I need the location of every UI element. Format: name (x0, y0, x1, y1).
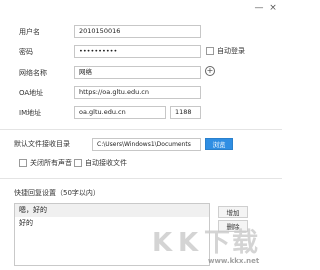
mute-all-label: 关闭所有声音 (30, 159, 72, 167)
password-field[interactable]: •••••••••• (74, 45, 201, 58)
close-button[interactable]: × (268, 3, 278, 13)
browse-button[interactable]: 浏览 (205, 138, 233, 150)
username-field[interactable]: 2010150016 (74, 25, 201, 38)
auto-receive-checkbox-box[interactable] (74, 159, 82, 167)
watermark-letter: 载 (232, 228, 259, 258)
im-address-label: IM地址 (19, 109, 42, 117)
auto-login-checkbox-box[interactable] (206, 47, 214, 55)
receive-dir-label: 默认文件接收目录 (14, 140, 70, 148)
mute-all-checkbox-box[interactable] (19, 159, 27, 167)
network-name-field[interactable]: 网络 (74, 66, 201, 79)
minimize-button[interactable]: — (254, 3, 264, 13)
add-network-icon[interactable]: + (205, 66, 215, 76)
password-label: 密码 (19, 48, 33, 56)
list-item[interactable]: 嗯，好的 (15, 204, 209, 217)
section-divider-1 (0, 129, 282, 130)
watermark-letter: K (152, 228, 173, 258)
mute-all-checkbox[interactable]: 关闭所有声音 (19, 158, 72, 168)
title-bar: — × (0, 0, 282, 18)
im-address-field[interactable]: oa.gltu.edu.cn (74, 106, 166, 119)
add-reply-button[interactable]: 增加 (218, 206, 248, 218)
watermark-url: www.kkx.net (208, 257, 260, 265)
auto-receive-label: 自动接收文件 (85, 159, 127, 167)
auto-receive-checkbox[interactable]: 自动接收文件 (74, 158, 127, 168)
watermark-letter: K (178, 228, 199, 258)
receive-dir-field[interactable]: C:\Users\Windows1\Documents (92, 138, 201, 151)
section-divider-2 (0, 178, 282, 179)
auto-login-checkbox[interactable]: 自动登录 (206, 46, 245, 56)
watermark-letter: 下 (204, 228, 231, 258)
oa-address-field[interactable]: https://oa.gltu.edu.cn (74, 86, 201, 99)
quick-reply-title: 快捷回复设置（50字以内） (14, 189, 100, 197)
im-port-field[interactable]: 1188 (170, 106, 201, 119)
auto-login-label: 自动登录 (217, 47, 245, 55)
network-name-label: 网络名称 (19, 69, 47, 77)
username-label: 用户名 (19, 28, 40, 36)
oa-address-label: OA地址 (19, 89, 44, 97)
